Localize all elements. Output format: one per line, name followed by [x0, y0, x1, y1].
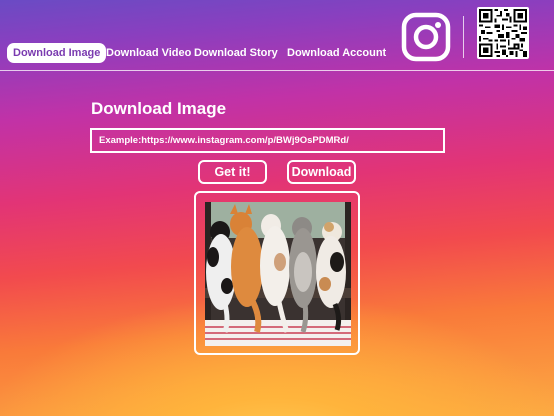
qr-code-icon [477, 7, 529, 59]
top-nav: Download Image Download Video Download S… [0, 0, 554, 70]
page-title: Download Image [91, 99, 227, 118]
get-it-button[interactable]: Get it! [198, 160, 267, 184]
header-separator [463, 16, 464, 58]
image-preview [194, 191, 360, 355]
tab-download-story[interactable]: Download Story [194, 43, 278, 63]
url-input[interactable] [90, 128, 445, 153]
instagram-icon[interactable] [401, 12, 451, 62]
tab-download-account[interactable]: Download Account [287, 43, 386, 63]
cats-photo [205, 202, 351, 346]
download-button[interactable]: Download [287, 160, 356, 184]
nav-divider [0, 70, 554, 71]
tab-download-image[interactable]: Download Image [7, 43, 107, 63]
tab-download-video[interactable]: Download Video [106, 43, 191, 63]
